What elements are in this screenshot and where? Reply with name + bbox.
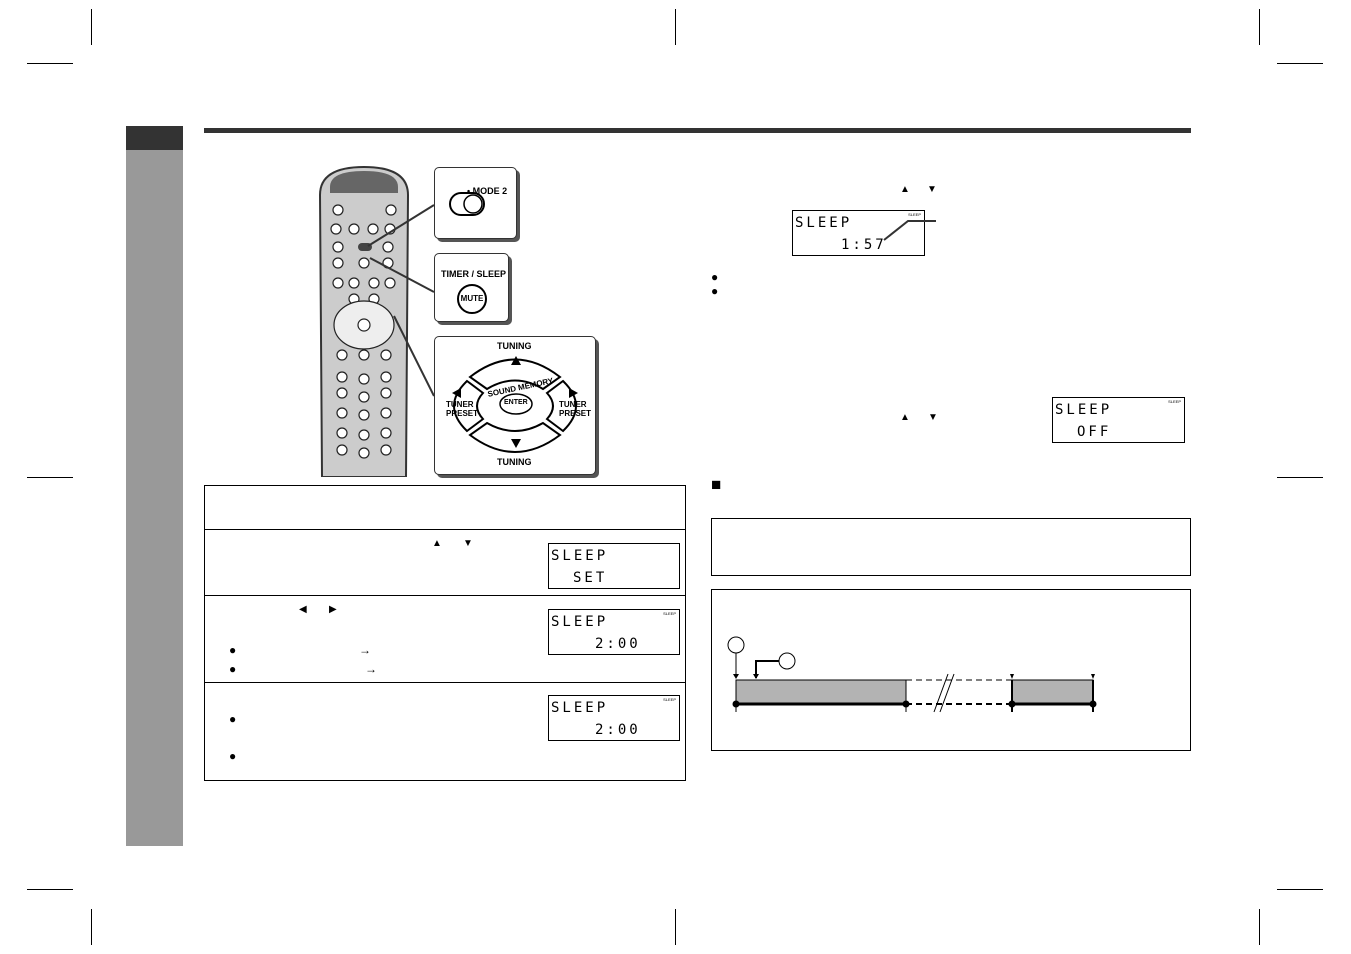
row-divider <box>205 682 685 683</box>
crop-mark <box>1277 63 1323 64</box>
crop-mark <box>675 9 676 45</box>
tuning-callout: TUNING TUNING SOUND MEMORY ENTER TUNER P… <box>434 336 596 475</box>
callout-leader-lines <box>367 204 435 397</box>
procedure-table: ▲ ▼ SLEEP SET ◀ ▶ ● → ● → SLEEP SLEEP 2:… <box>204 485 686 781</box>
timer-sleep-label: TIMER / SLEEP <box>441 269 507 279</box>
side-tab-light <box>126 150 183 846</box>
down-triangle-icon: ▼ <box>927 184 937 195</box>
up-triangle-icon: ▲ <box>900 184 910 195</box>
crop-mark <box>1259 9 1260 45</box>
timer-sleep-callout: TIMER / SLEEP MUTE <box>434 253 509 322</box>
mode2-callout: • MODE 2 <box>434 167 517 239</box>
lcd-display-sleep-set: SLEEP SET <box>548 543 680 589</box>
bullet: ● <box>229 749 237 763</box>
crop-mark <box>91 9 92 45</box>
up-triangle-icon: ▲ <box>432 538 442 549</box>
crop-mark <box>1277 889 1323 890</box>
bullet: ● <box>229 662 237 676</box>
tuner-preset-right-label: TUNER PRESET <box>559 400 592 418</box>
enter-label: ENTER <box>504 399 528 406</box>
lcd-line1: SLEEP <box>1055 402 1113 418</box>
lcd-line1: SLEEP <box>551 614 609 630</box>
arrow-right-icon: → <box>365 662 377 676</box>
lcd-line1: SLEEP <box>551 548 609 564</box>
tuner-preset-left-label: TUNER PRESET <box>446 400 479 418</box>
mute-label: MUTE <box>460 294 484 303</box>
bullet: ● <box>711 284 719 298</box>
down-triangle-icon: ▼ <box>463 538 473 549</box>
left-triangle-icon: ◀ <box>299 604 307 615</box>
active-period-bar <box>735 679 907 705</box>
bullet: ● <box>711 270 719 284</box>
right-triangle-icon: ▶ <box>329 604 337 615</box>
callout-circle-a <box>727 636 745 654</box>
side-tab-dark <box>126 126 183 150</box>
lcd-line2: SET <box>573 570 608 586</box>
section-marker-icon: ■ <box>711 475 722 494</box>
final-period-bar <box>1011 679 1094 705</box>
lcd-line1: SLEEP <box>551 700 609 716</box>
crop-mark <box>27 477 73 478</box>
bullet: ● <box>229 712 237 726</box>
crop-mark <box>91 909 92 945</box>
lcd-display-sleep-2-00: SLEEP SLEEP 2:00 <box>548 695 680 741</box>
arrow-right-icon: → <box>359 643 371 657</box>
tuning-up-label: TUNING <box>497 341 532 351</box>
tuning-down-label: TUNING <box>497 457 532 467</box>
timing-diagram <box>727 636 1097 713</box>
lcd-display-sleep-off: SLEEP SLEEP OFF <box>1052 397 1185 443</box>
row-divider <box>205 529 685 530</box>
up-triangle-icon: ▲ <box>900 412 910 423</box>
down-triangle-icon: ▼ <box>928 412 938 423</box>
crop-mark <box>1277 477 1323 478</box>
mute-button-illustration: MUTE <box>457 284 487 314</box>
indicator-leader-line <box>883 220 936 241</box>
crop-mark <box>1259 909 1260 945</box>
lcd-line2: OFF <box>1077 424 1112 440</box>
sleep-indicator: SLEEP <box>663 697 676 702</box>
bullet: ● <box>229 643 237 657</box>
note-box <box>711 518 1191 576</box>
timing-diagram-box <box>711 589 1191 751</box>
sleep-indicator: SLEEP <box>663 611 676 616</box>
crop-mark <box>27 889 73 890</box>
sleep-indicator: SLEEP <box>908 212 921 217</box>
sleep-indicator: SLEEP <box>1168 399 1181 404</box>
header-rule <box>204 128 1191 133</box>
lcd-line2: 2:00 <box>595 722 641 738</box>
lcd-line1: SLEEP <box>795 215 853 231</box>
lcd-display-sleep-2-00-blinking: SLEEP SLEEP 2:00 <box>548 609 680 655</box>
row-divider <box>205 595 685 596</box>
lcd-line2: 2:00 <box>595 636 641 652</box>
crop-mark <box>27 63 73 64</box>
crop-mark <box>675 909 676 945</box>
mode-switch-icon <box>449 192 485 216</box>
callout-circle-b <box>778 652 796 670</box>
